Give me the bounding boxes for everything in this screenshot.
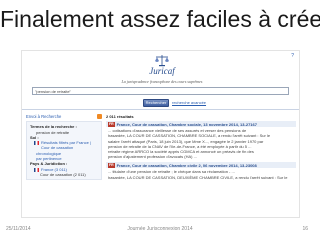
logo-text: Juricaf [149, 66, 175, 76]
divider [22, 109, 299, 110]
slide-title: Finalement assez faciles à créer [0, 6, 320, 32]
filters-panel: Termes de la recherche : pension de retr… [26, 121, 102, 181]
court-link[interactable]: Cour de cassation (2 011) [30, 172, 98, 177]
result-item[interactable]: FR France, Cour de cassation, Chambre ci… [106, 162, 296, 182]
flag-france-icon [34, 141, 39, 146]
filter-link[interactable]: Résultats filtrés par France | Cour de c… [41, 140, 98, 151]
rss-icon[interactable] [97, 114, 102, 120]
footer-event: Journée Jurisconnexion 2014 [127, 226, 193, 232]
logo[interactable]: Juricaf [122, 54, 202, 76]
sidebar-link[interactable]: Envoi à Recherche [26, 114, 61, 119]
country-badge: FR [108, 162, 115, 168]
results-count: 2 011 résultats [106, 114, 134, 119]
help-link[interactable]: ? [291, 53, 294, 59]
result-snippet-line: hasardée, LA COUR DE CASSATION, DEUXIÈME… [108, 174, 288, 180]
country-badge: FR [108, 121, 115, 127]
results-list: 2 011 résultats FR France, Cour de cassa… [106, 114, 296, 183]
sidebar: Envoi à Recherche Termes de la recherche… [26, 114, 102, 181]
site-tagline: La jurisprudence francophone des cours s… [121, 79, 203, 84]
result-snippet-line: pension d'ajustement profession d'avocat… [108, 154, 197, 160]
result-title[interactable]: France, Cour de cassation, Chambre socia… [117, 122, 257, 127]
flag-france-icon [34, 167, 39, 172]
page-number: 16 [302, 226, 308, 232]
advanced-search-link[interactable]: recherche avancée [172, 99, 206, 106]
website-screenshot: ? Juricaf La jurisprudence francophone d… [21, 50, 300, 218]
search-button[interactable]: Rechercher [143, 99, 169, 107]
result-title[interactable]: France, Cour de cassation, Chambre civil… [117, 163, 257, 168]
result-item[interactable]: FR France, Cour de cassation, Chambre so… [106, 121, 296, 162]
search-input[interactable]: "pension de retraite" [32, 87, 289, 95]
result-snippet-line: hasardée, LA COUR DE CASSATION, CHAMBRE … [108, 133, 271, 139]
